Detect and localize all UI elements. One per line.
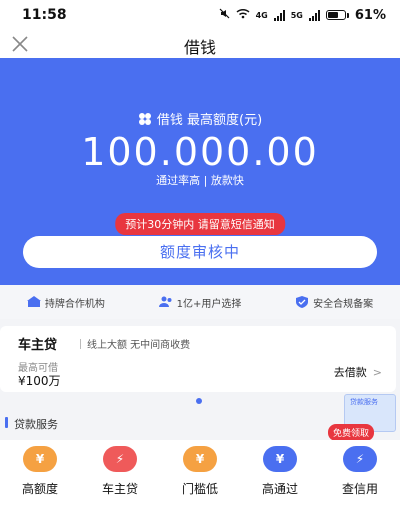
nav-bar: 借钱 — [0, 30, 400, 58]
network-label-5g: 5G — [290, 10, 303, 20]
sms-notice-badge: 预计30分钟内 请留意短信通知 — [115, 213, 285, 235]
signal-icon — [273, 9, 285, 21]
carousel-indicator — [196, 398, 202, 404]
section-marker — [5, 417, 8, 428]
service-low-threshold[interactable]: ¥ 门槛低 — [161, 440, 239, 510]
quota-label: 借钱 最高额度(元) — [156, 113, 263, 128]
status-icons: 4G 5G 61% — [219, 8, 386, 23]
trust-item-licensed: 持牌合作机构 — [26, 295, 105, 310]
service-label: 高通过 — [261, 482, 298, 496]
lightning-icon: ⚡ — [103, 446, 137, 472]
service-car-loan[interactable]: ⚡ 车主贷 — [81, 440, 159, 510]
page-title: 借钱 — [183, 38, 216, 57]
services-row: ¥ 高额度 ⚡ 车主贷 ¥ 门槛低 ¥ 高通过 ⚡ 查信用 — [0, 440, 400, 510]
quota-label-row: 借钱 最高额度(元) — [0, 109, 400, 128]
battery-icon — [325, 10, 349, 20]
service-label: 门槛低 — [181, 482, 218, 496]
service-label: 高额度 — [21, 482, 58, 496]
section-title: 贷款服务 — [14, 418, 58, 431]
trust-label: 安全合规备案 — [313, 298, 374, 310]
shield-check-icon — [296, 296, 309, 308]
car-loan-card[interactable]: 车主贷 线上大额 无中间商收费 最高可借 ¥100万 去借款 > — [0, 326, 396, 392]
yen-icon: ¥ — [23, 446, 57, 472]
chat-lightning-icon: ⚡ — [343, 446, 377, 472]
trust-label: 1亿+用户选择 — [176, 298, 242, 310]
building-icon — [26, 296, 41, 307]
card-subtitle: 线上大额 无中间商收费 — [80, 336, 190, 351]
free-claim-button[interactable]: 免费领取 — [328, 424, 375, 441]
hero-panel: 借钱 最高额度(元) 100.000.00 通过率高 | 放款快 预计30分钟内… — [0, 58, 400, 285]
trust-item-users: 1亿+用户选择 — [158, 295, 242, 310]
wifi-icon — [236, 8, 250, 22]
borrow-link-label: 去借款 — [333, 366, 367, 379]
network-label-4g: 4G — [255, 10, 268, 20]
battery-percent: 61% — [354, 7, 386, 23]
trust-item-compliance: 安全合规备案 — [295, 295, 373, 310]
clover-icon — [138, 112, 151, 125]
service-credit-check[interactable]: ⚡ 查信用 — [321, 440, 399, 510]
users-icon — [158, 296, 172, 307]
promo-tag: 贷款服务 — [350, 398, 378, 406]
service-label: 车主贷 — [101, 482, 138, 496]
card-limit-amount: ¥100万 — [18, 374, 61, 388]
service-label: 查信用 — [341, 482, 378, 496]
trust-bar: 持牌合作机构 1亿+用户选择 安全合规备案 — [0, 285, 400, 319]
signal-icon-2 — [308, 9, 320, 21]
trust-label: 持牌合作机构 — [44, 298, 105, 310]
hero-subline: 通过率高 | 放款快 — [156, 174, 244, 187]
chevron-right-icon: > — [372, 365, 382, 379]
review-status-button[interactable]: 额度审核中 — [23, 236, 377, 268]
service-high-limit[interactable]: ¥ 高额度 — [1, 440, 79, 510]
status-bar: 11:58 4G 5G 61% — [0, 0, 400, 30]
card-title: 车主贷 — [18, 338, 58, 353]
status-time: 11:58 — [22, 7, 67, 23]
service-high-approval[interactable]: ¥ 高通过 — [241, 440, 319, 510]
borrow-link[interactable]: 去借款 > — [334, 364, 382, 380]
max-amount: 100.000.00 — [81, 130, 319, 174]
yen-icon: ¥ — [183, 446, 217, 472]
mute-icon — [219, 8, 230, 22]
money-bag-icon: ¥ — [263, 446, 297, 472]
